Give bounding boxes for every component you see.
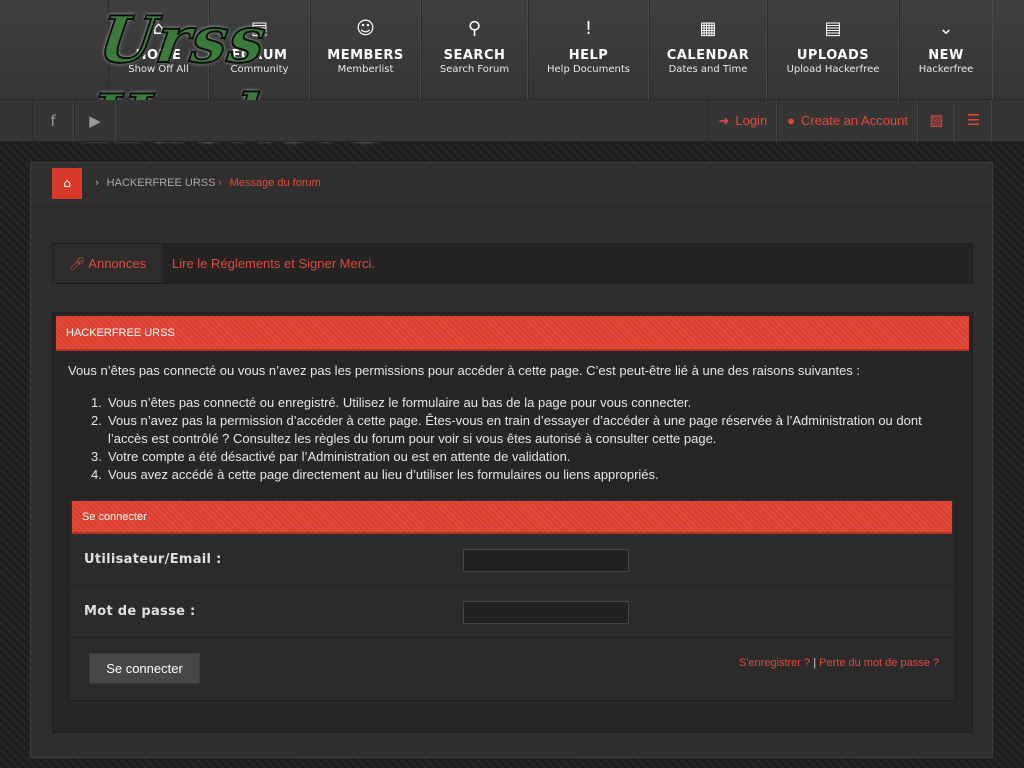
breadcrumb: ⌂ › HACKERFREE URSS › Message du forum (31, 163, 992, 207)
breadcrumb-item-label: Message du forum (229, 177, 321, 189)
password-input[interactable] (463, 601, 629, 624)
youtube-icon[interactable]: ▶ (74, 100, 116, 142)
username-label: Utilisateur/Email : (84, 552, 222, 567)
account-links: S'enregistrer ? | Perte du mot de passe … (739, 657, 939, 669)
header-actions: ➜ Login ● Create an Account ▨ ☰ (708, 100, 992, 142)
permission-panel: HACKERFREE URSS Vous n’êtes pas connecté… (52, 312, 973, 733)
nav-calendar-title: CALENDAR (666, 48, 750, 63)
login-form: Se connecter Utilisateur/Email : Mot de … (68, 497, 956, 701)
announcement-bar: 🎤︎ Annonces Lire le Réglements et Signer… (52, 243, 973, 284)
nav-uploads[interactable]: ▤ UPLOADS Upload Hackerfree (767, 0, 899, 100)
reason-text: Votre compte a été désactivé par l’Admin… (108, 449, 571, 464)
main-content: ⌂ › HACKERFREE URSS › Message du forum 🎤︎ … (30, 162, 993, 758)
calendar-icon: ▦ (699, 18, 717, 39)
announcement-link[interactable]: Lire le Réglements et Signer Merci. (172, 244, 375, 283)
nav-help-title: HELP (568, 48, 609, 63)
secondary-bar: f ▶ ➜ Login ● Create an Account ▨ ☰ (0, 100, 1024, 142)
reasons-list: 1. Vous n’êtes pas connecté ou enregistré… (91, 394, 948, 484)
site-logo[interactable]: Urss Hackers (83, 2, 551, 157)
nav-calendar[interactable]: ▦ CALENDAR Dates and Time (649, 0, 767, 100)
microphone-icon: 🎤︎ (68, 256, 86, 271)
username-input[interactable] (463, 549, 629, 572)
reason-text: Vous n’êtes pas connecté ou enregistré. … (108, 395, 692, 410)
announcement-label-text: Annonces (88, 256, 147, 271)
chevron-down-icon: ⌄ (938, 18, 954, 39)
breadcrumb-home-icon[interactable]: ⌂ (52, 168, 82, 199)
login-submit-button[interactable]: Se connecter (89, 653, 200, 684)
breadcrumb-item-current: › Message du forum (218, 177, 321, 189)
create-account-label: Create an Account (801, 113, 908, 128)
reason-text: Vous avez accédé à cette page directemen… (108, 467, 659, 482)
nav-uploads-subtitle: Upload Hackerfree (786, 64, 880, 75)
nav-help-subtitle: Help Documents (547, 64, 630, 75)
password-label: Mot de passe : (84, 604, 196, 619)
nav-new-subtitle: Hackerfree (918, 64, 974, 75)
list-item: 1. Vous n’êtes pas connecté ou enregistré… (91, 395, 692, 410)
reason-text: Vous n’avez pas la permission d’accéder … (108, 413, 922, 446)
username-row: Utilisateur/Email : (70, 534, 954, 586)
breadcrumb-item-label: HACKERFREE URSS (106, 177, 216, 189)
nav-uploads-title: UPLOADS (796, 48, 870, 63)
register-link[interactable]: S'enregistrer ? (739, 657, 810, 669)
sign-in-icon: ➜ (718, 113, 730, 128)
login-form-title: Se connecter (72, 501, 952, 534)
image-icon[interactable]: ▨ (918, 100, 955, 142)
panel-title: HACKERFREE URSS (56, 316, 969, 351)
chevron-right-icon: › (95, 177, 99, 189)
top-navigation-bar: ⌂ HOME Show Off All ▤ FORUM Community ☺ … (0, 0, 1024, 157)
chevron-right-icon: › (218, 177, 222, 189)
announcement-label: 🎤︎ Annonces (53, 244, 162, 283)
login-button[interactable]: ➜ Login (708, 100, 778, 142)
login-label: Login (735, 113, 768, 128)
create-account-button[interactable]: ● Create an Account (777, 100, 918, 142)
lost-password-link[interactable]: Perte du mot de passe ? (819, 657, 939, 669)
password-row: Mot de passe : (70, 586, 954, 638)
file-icon: ▤ (824, 18, 842, 39)
breadcrumb-item-forum[interactable]: › HACKERFREE URSS (95, 177, 215, 189)
menu-icon[interactable]: ☰ (955, 100, 992, 142)
list-item: 2. Vous n’avez pas la permission d’accéde… (91, 413, 922, 446)
list-item: 4. Vous avez accédé à cette page directem… (91, 467, 659, 482)
link-separator: | (813, 657, 817, 669)
nav-calendar-subtitle: Dates and Time (668, 64, 748, 75)
circle-icon: ● (787, 113, 796, 128)
facebook-icon[interactable]: f (32, 100, 74, 142)
list-item: 3. Votre compte a été désactivé par l’Adm… (91, 449, 571, 464)
nav-new[interactable]: ⌄ NEW Hackerfree (899, 0, 993, 100)
panel-intro: Vous n’êtes pas connecté ou vous n’avez … (68, 363, 861, 378)
social-links: f ▶ (32, 100, 116, 142)
nav-new-title: NEW (928, 48, 964, 63)
